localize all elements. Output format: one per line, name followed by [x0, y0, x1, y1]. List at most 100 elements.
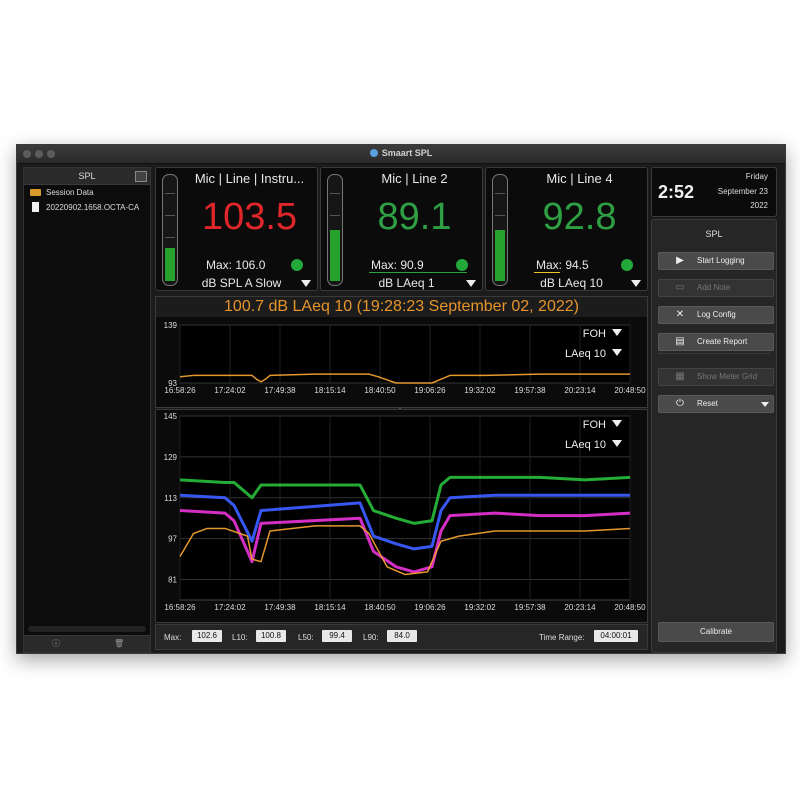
level-tick: [165, 237, 175, 238]
l10-label: L10:: [232, 633, 248, 642]
meter-1[interactable]: Mic | Line | Instru... 103.5 Max: 106.0 …: [155, 167, 318, 291]
y-tick-label: 113: [164, 494, 177, 503]
data-tree-header: SPL: [24, 168, 150, 185]
status-indicator: [621, 259, 633, 271]
button-label: Reset: [697, 399, 718, 408]
meter-level-fill: [165, 248, 175, 281]
tree-item-label: 20220902.1658.OCTA-CA: [46, 203, 140, 212]
create-report-button[interactable]: ▤ Create Report: [658, 333, 774, 351]
meter-level-bar: [327, 174, 343, 286]
chevron-down-icon[interactable]: [301, 280, 311, 287]
meter-value: 89.1: [377, 196, 452, 238]
log-config-button[interactable]: ✕ Log Config: [658, 306, 774, 324]
button-label: Add Note: [697, 283, 731, 292]
note-icon: ▭: [675, 282, 685, 293]
overview-plot[interactable]: 1399316:58:26 17:24:02 17:49:38 18:15:14 18:…: [156, 317, 647, 407]
legend-label: FOH: [583, 328, 606, 340]
info-icon[interactable]: ⓘ: [51, 639, 61, 649]
meter-underline: [369, 272, 467, 273]
level-tick: [165, 215, 175, 216]
panel-menu-icon[interactable]: [135, 171, 147, 182]
level-tick: [165, 193, 175, 194]
status-indicator: [456, 259, 468, 271]
overview-graph[interactable]: 100.7 dB LAeq 10 (19:28:23 September 02,…: [155, 296, 648, 408]
tree-item-log-file[interactable]: 20220902.1658.OCTA-CA: [24, 200, 150, 215]
y-tick-label: 97: [168, 535, 177, 544]
y-tick-label: 81: [168, 576, 177, 585]
meter-max: Max: 90.9: [371, 258, 424, 272]
x-tick-label: 16:58:26: [164, 386, 196, 395]
l90-value: 84.0: [387, 630, 417, 642]
x-tick-label: 18:40:50: [364, 386, 396, 395]
data-tree-footer: ⓘ 🗑: [24, 635, 150, 652]
meter-label: Mic | Line | Instru...: [194, 171, 305, 186]
meter-label: Mic | Line 2: [381, 171, 448, 186]
tree-item-session-data[interactable]: Session Data: [24, 185, 150, 200]
time-range-label: Time Range:: [539, 633, 585, 642]
x-tick-label: 19:57:38: [514, 603, 546, 612]
x-tick-label: 19:06:26: [414, 603, 446, 612]
legend-label: LAeq 10: [565, 348, 606, 360]
l90-label: L90:: [363, 633, 379, 642]
level-tick: [330, 193, 340, 194]
play-icon: ▶: [676, 255, 684, 266]
meter-3[interactable]: Mic | Line 4 92.8 Max: 94.5 dB LAeq 10: [485, 167, 648, 291]
chevron-down-icon[interactable]: [631, 280, 641, 287]
trash-icon[interactable]: 🗑: [114, 639, 124, 649]
calibrate-button[interactable]: Calibrate: [658, 622, 774, 642]
meter-unit: dB LAeq 10: [540, 276, 603, 290]
meter-max: Max: 94.5: [536, 258, 589, 272]
button-label: Log Config: [697, 310, 736, 319]
x-tick-label: 19:32:02: [464, 386, 496, 395]
horizontal-scrollbar[interactable]: [28, 626, 146, 632]
file-icon: [32, 202, 39, 212]
clock-time: 2:52: [658, 182, 695, 202]
divider: [658, 353, 770, 354]
start-logging-button[interactable]: ▶ Start Logging: [658, 252, 774, 270]
meter-value: 92.8: [542, 196, 617, 238]
title-bar: Smaart SPL: [17, 145, 785, 164]
button-label: Create Report: [697, 337, 748, 346]
show-meter-grid-button[interactable]: ▦ Show Meter Grid: [658, 368, 774, 386]
report-icon: ▤: [675, 336, 685, 347]
folder-icon: [30, 189, 41, 196]
status-indicator: [291, 259, 303, 271]
detail-plot[interactable]: 145 129 113 97 81 16:58:26 17:24:02 17:49:38 18:…: [156, 410, 647, 622]
meter-unit: dB SPL A Slow: [201, 276, 282, 290]
x-tick-label: 19:57:38: [514, 386, 546, 395]
l50-label: L50:: [298, 633, 314, 642]
chevron-down-icon: [761, 402, 769, 407]
meter-level-fill: [495, 230, 505, 281]
app-logo-icon: [369, 149, 378, 157]
plot-area: [179, 415, 631, 601]
x-tick-label: 19:32:02: [464, 603, 496, 612]
meter-value: 103.5: [201, 196, 298, 238]
y-tick-label: 129: [164, 453, 178, 462]
meter-unit: dB LAeq 1: [378, 276, 435, 290]
meter-level-bar: [492, 174, 508, 286]
legend-label: FOH: [583, 419, 606, 431]
tools-icon: ✕: [675, 309, 685, 320]
meter-underline: [534, 272, 560, 273]
app-window: Smaart SPL SPL Session Data 20220902.165…: [16, 144, 786, 654]
level-tick: [495, 215, 505, 216]
x-tick-label: 20:48:50: [614, 603, 646, 612]
chevron-down-icon[interactable]: [466, 280, 476, 287]
meter-max: Max: 106.0: [206, 258, 266, 272]
level-tick: [495, 193, 505, 194]
add-note-button[interactable]: ▭ Add Note: [658, 279, 774, 297]
x-tick-label: 16:58:26: [164, 603, 196, 612]
reset-dropdown[interactable]: ⏻ Reset: [658, 395, 774, 413]
meter-2[interactable]: Mic | Line 2 89.1 Max: 90.9 dB LAeq 1: [320, 167, 483, 291]
x-tick-label: 18:40:50: [364, 603, 396, 612]
x-tick-label: 20:23:14: [564, 603, 596, 612]
meter-label: Mic | Line 4: [546, 171, 613, 186]
level-tick: [330, 215, 340, 216]
legend-label: LAeq 10: [565, 439, 606, 451]
detail-graph[interactable]: 145 129 113 97 81 16:58:26 17:24:02 17:49:38 18:…: [155, 409, 648, 623]
control-panel: SPL ▶ Start Logging ▭ Add Note ✕ Log Con…: [651, 219, 777, 653]
max-label: Max:: [164, 633, 182, 642]
x-tick-label: 20:23:14: [564, 386, 596, 395]
clock-day: Friday: [745, 172, 768, 181]
clock-date: September 23: [717, 187, 768, 196]
